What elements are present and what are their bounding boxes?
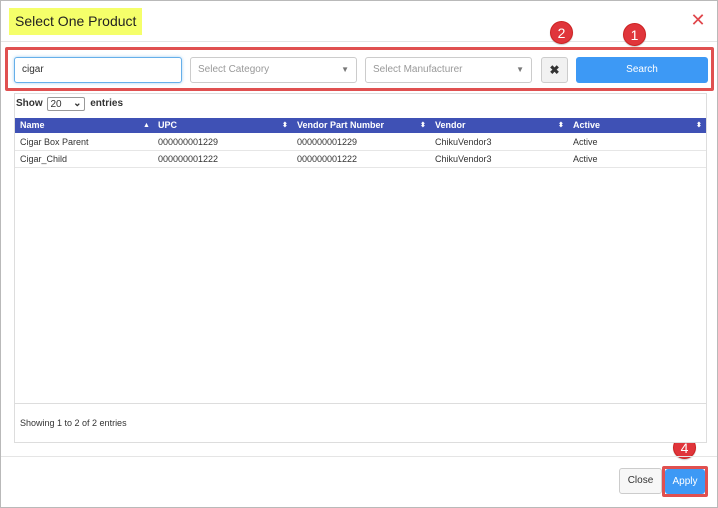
footer-divider [1, 456, 717, 457]
page-length-value: 20 [50, 99, 62, 110]
column-header-upc[interactable]: UPC [153, 118, 291, 133]
cell-upc: 000000001222 [158, 154, 219, 164]
cell-name: Cigar Box Parent [20, 137, 89, 147]
chevron-down-icon: ⌄ [73, 98, 82, 109]
column-header-name[interactable]: Name [15, 118, 153, 133]
page-length-control: Show 20 ⌄ entries [16, 97, 123, 111]
cell-upc: 000000001229 [158, 137, 219, 147]
annotation-badge-1: 1 [623, 23, 646, 46]
sort-both-icon: ⬍ [696, 122, 702, 129]
header-divider [1, 41, 717, 42]
annotation-badge-2: 2 [550, 21, 573, 44]
category-select[interactable]: Select Category ▼ [190, 57, 357, 83]
column-header-label: Vendor Part Number [297, 120, 385, 130]
entries-label: entries [90, 98, 124, 109]
table-row[interactable]: Cigar Box Parent 000000001229 0000000012… [15, 134, 706, 151]
close-button[interactable]: Close [619, 468, 662, 494]
search-text-field[interactable] [22, 58, 174, 82]
cell-name: Cigar_Child [20, 154, 68, 164]
cell-vendor: ChikuVendor3 [435, 154, 492, 164]
apply-button[interactable]: Apply [665, 469, 705, 494]
sort-both-icon: ⬍ [558, 122, 564, 129]
manufacturer-placeholder: Select Manufacturer [373, 64, 463, 75]
search-input[interactable] [14, 57, 182, 83]
column-header-label: Name [20, 120, 45, 130]
column-header-vendor[interactable]: Vendor [430, 118, 568, 133]
times-icon: ✖ [549, 63, 560, 77]
table-info: Showing 1 to 2 of 2 entries [20, 418, 127, 428]
sort-both-icon: ⬍ [420, 122, 426, 129]
page-length-select[interactable]: 20 ⌄ [47, 97, 86, 111]
column-header-vendor-part-number[interactable]: Vendor Part Number [292, 118, 430, 133]
caret-down-icon: ▼ [516, 65, 524, 74]
close-icon[interactable]: ✕ [689, 11, 707, 29]
category-placeholder: Select Category [198, 64, 270, 75]
cell-active: Active [573, 154, 598, 164]
table-header: Name ▲ UPC ⬍ Vendor Part Number ⬍ Vendor… [15, 118, 706, 133]
cell-vendor: ChikuVendor3 [435, 137, 492, 147]
select-product-dialog: Select One Product ✕ Select Category ▼ S… [0, 0, 718, 508]
manufacturer-select[interactable]: Select Manufacturer ▼ [365, 57, 532, 83]
column-header-label: UPC [158, 120, 178, 130]
cell-active: Active [573, 137, 598, 147]
search-button[interactable]: Search [576, 57, 708, 83]
table-row[interactable]: Cigar_Child 000000001222 000000001222 Ch… [15, 151, 706, 168]
caret-down-icon: ▼ [341, 65, 349, 74]
dialog-title: Select One Product [9, 8, 143, 35]
clear-filters-button[interactable]: ✖ [541, 57, 568, 83]
column-header-active[interactable]: Active [568, 118, 706, 133]
column-header-label: Vendor [435, 120, 466, 130]
cell-vendor-part-number: 000000001222 [297, 154, 358, 164]
sort-asc-icon: ▲ [143, 122, 150, 129]
cell-vendor-part-number: 000000001229 [297, 137, 358, 147]
column-header-label: Active [573, 120, 601, 130]
sort-both-icon: ⬍ [282, 122, 288, 129]
table-footer-divider [15, 403, 706, 404]
show-label: Show [16, 98, 43, 109]
